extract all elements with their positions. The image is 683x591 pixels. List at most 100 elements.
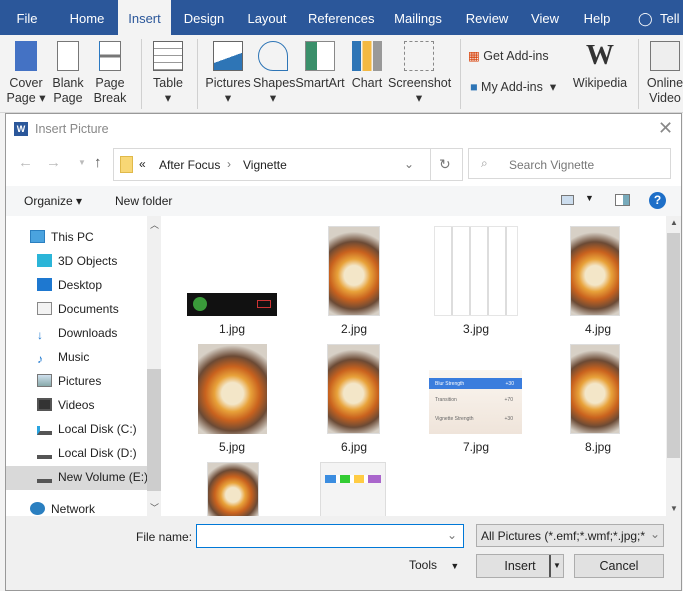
folder-icon	[120, 156, 133, 173]
search-box[interactable]: ⌕ Search Vignette	[468, 148, 671, 179]
file-thumbnail-4[interactable]	[570, 226, 620, 316]
tab-review[interactable]: Review	[465, 0, 509, 35]
tab-layout[interactable]: Layout	[244, 0, 290, 35]
tools-button[interactable]: Tools ▼	[409, 558, 459, 572]
file-thumbnail-6[interactable]	[327, 344, 380, 434]
chart-button[interactable]: Chart	[350, 41, 384, 91]
change-view-icon[interactable]	[561, 195, 574, 205]
close-icon[interactable]: ✕	[658, 118, 673, 139]
smartart-icon	[305, 41, 335, 71]
file-name-input[interactable]: ⌄	[196, 524, 464, 548]
breadcrumb-vignette[interactable]: Vignette	[243, 158, 287, 172]
tell-me-search[interactable]: Tell	[660, 0, 683, 35]
file-name[interactable]: 4.jpg	[538, 322, 658, 336]
nav-documents[interactable]: Documents	[37, 298, 119, 320]
insert-button[interactable]: Insert ▼	[476, 554, 564, 578]
preview-pane-icon[interactable]	[615, 194, 630, 206]
file-thumbnail-1[interactable]	[187, 293, 277, 316]
scrollbar-thumb[interactable]	[147, 369, 161, 491]
file-name-label: File name:	[136, 530, 193, 544]
tab-design[interactable]: Design	[181, 0, 227, 35]
tab-file[interactable]: File	[8, 0, 46, 35]
scroll-up-icon[interactable]: ︿	[150, 218, 159, 231]
tab-help[interactable]: Help	[580, 0, 614, 35]
nav-music[interactable]: ♪ Music	[37, 346, 89, 368]
blank-page-button[interactable]: Blank Page	[50, 41, 86, 106]
documents-icon	[37, 302, 52, 315]
file-list-scrollbar[interactable]: ▲ ▼	[666, 216, 681, 516]
address-dropdown-icon[interactable]: ⌄	[404, 157, 414, 171]
nav-this-pc[interactable]: This PC	[30, 226, 94, 248]
toolbar: Organize ▾ New folder ▼ ?	[6, 186, 681, 216]
file-thumbnail-2[interactable]	[328, 226, 380, 316]
breadcrumb-after-focus[interactable]: After Focus	[159, 158, 220, 172]
nav-local-disk-c[interactable]: Local Disk (C:)	[37, 418, 137, 440]
tab-references[interactable]: References	[308, 0, 374, 35]
get-addins-button[interactable]: ▦ Get Add-ins	[468, 49, 549, 64]
insert-dropdown-icon[interactable]: ▼	[549, 555, 563, 577]
file-thumbnail-10[interactable]	[320, 462, 386, 516]
tab-mailings[interactable]: Mailings	[393, 0, 443, 35]
address-bar[interactable]: « After Focus › Vignette ⌄ ↻	[113, 148, 463, 181]
file-thumbnail-8[interactable]	[570, 344, 620, 434]
scrollbar-thumb[interactable]	[667, 233, 680, 458]
file-name[interactable]: 3.jpg	[416, 322, 536, 336]
tab-view[interactable]: View	[528, 0, 562, 35]
file-name-dropdown-icon[interactable]: ⌄	[447, 528, 457, 542]
nav-downloads[interactable]: ↓ Downloads	[37, 322, 117, 344]
file-name[interactable]: 5.jpg	[172, 440, 292, 454]
ribbon: Cover Page ▾ Blank Page Page Break Table…	[0, 35, 683, 113]
nav-pictures[interactable]: Pictures	[37, 370, 101, 392]
nav-new-volume-e[interactable]: New Volume (E:)	[37, 466, 148, 488]
pictures-button[interactable]: Pictures ▾	[205, 41, 251, 106]
tab-insert[interactable]: Insert	[118, 0, 171, 35]
screenshot-button[interactable]: Screenshot ▾	[388, 41, 451, 106]
recent-chevron-icon[interactable]: ▼	[78, 158, 86, 167]
wikipedia-button[interactable]: W Wikipedia	[570, 41, 630, 91]
table-button[interactable]: Table ▾	[150, 41, 186, 106]
file-name[interactable]: 2.jpg	[294, 322, 414, 336]
forward-arrow-icon[interactable]: →	[46, 154, 61, 171]
online-video-button[interactable]: Online Video	[644, 41, 683, 106]
scroll-up-icon[interactable]: ▲	[670, 218, 678, 227]
dialog-title: Insert Picture	[35, 122, 109, 136]
nav-local-disk-d[interactable]: Local Disk (D:)	[37, 442, 137, 464]
up-arrow-icon[interactable]: ↑	[94, 154, 102, 171]
file-name[interactable]: 1.jpg	[172, 322, 292, 336]
lightbulb-icon[interactable]: ◯	[638, 0, 653, 35]
file-thumbnail-5[interactable]	[198, 344, 267, 434]
shapes-button[interactable]: Shapes ▾	[253, 41, 295, 106]
my-addins-button[interactable]: ■ My Add-ins ▾	[470, 80, 556, 95]
nav-videos[interactable]: Videos	[37, 394, 94, 416]
3d-objects-icon	[37, 254, 52, 267]
nav-scrollbar[interactable]: ︿ ﹀	[147, 216, 161, 516]
breadcrumb-overflow[interactable]: «	[139, 157, 146, 171]
nav-desktop[interactable]: Desktop	[37, 274, 102, 296]
cover-page-button[interactable]: Cover Page ▾	[6, 41, 46, 106]
scroll-down-icon[interactable]: ﹀	[150, 501, 159, 514]
search-icon: ⌕	[481, 156, 488, 170]
file-name[interactable]: 7.jpg	[416, 440, 536, 454]
file-thumbnail-9[interactable]	[207, 462, 259, 516]
back-arrow-icon[interactable]: ←	[18, 154, 33, 171]
organize-button[interactable]: Organize ▾	[24, 194, 82, 208]
cancel-button[interactable]: Cancel	[574, 554, 664, 578]
file-name[interactable]: 8.jpg	[538, 440, 658, 454]
page-break-button[interactable]: Page Break	[90, 41, 130, 106]
breadcrumb-separator-icon: ›	[227, 157, 231, 171]
smartart-button[interactable]: SmartArt	[295, 41, 345, 91]
wikipedia-icon: W	[586, 40, 614, 71]
scroll-down-icon[interactable]: ▼	[670, 504, 678, 513]
help-button[interactable]: ?	[649, 192, 666, 209]
view-dropdown-icon[interactable]: ▼	[585, 193, 594, 203]
file-thumbnail-3[interactable]	[434, 226, 518, 316]
nav-3d-objects[interactable]: 3D Objects	[37, 250, 117, 272]
new-folder-button[interactable]: New folder	[115, 194, 172, 208]
refresh-icon[interactable]: ↻	[439, 156, 451, 173]
tab-home[interactable]: Home	[62, 0, 112, 35]
file-thumbnail-7[interactable]: Blur Strength +30 Transition +70 Vignette …	[429, 370, 522, 434]
file-name[interactable]: 6.jpg	[294, 440, 414, 454]
file-type-select[interactable]: All Pictures (*.emf;*.wmf;*.jpg;* ⌄	[476, 524, 664, 547]
drive-icon	[37, 474, 52, 483]
ribbon-tab-bar: File Home Insert Design Layout Reference…	[0, 0, 683, 35]
